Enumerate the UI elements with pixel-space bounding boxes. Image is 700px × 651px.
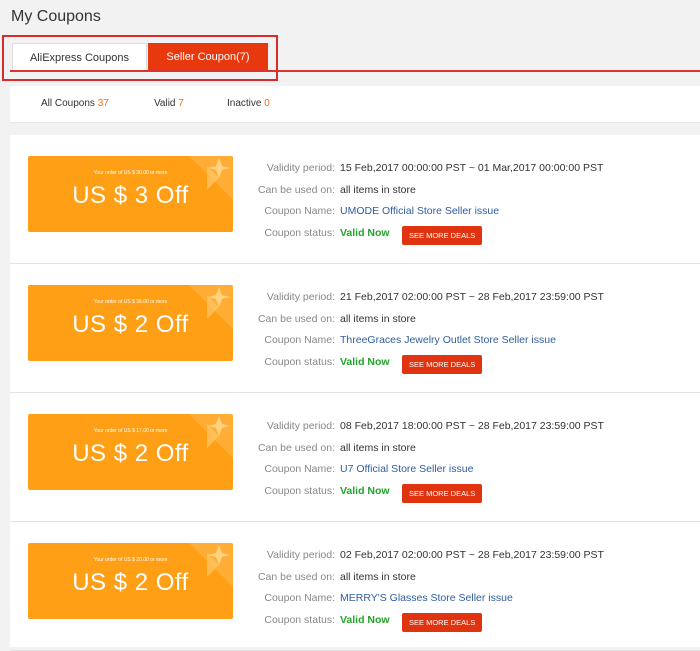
coupon-card: Your order of US $ 17.00 or more US $ 2 …: [28, 414, 233, 490]
coupon-card: Your order of US $ 36.00 or more US $ 2 …: [28, 285, 233, 361]
coupon-name-label: Coupon Name:: [264, 205, 335, 217]
filter-valid-label: Valid: [154, 98, 176, 109]
validity-label: Validity period:: [266, 420, 335, 432]
coupon-condition: Your order of US $ 30.00 or more: [93, 170, 168, 176]
status-value: Valid Now: [340, 613, 390, 626]
validity-label: Validity period:: [266, 291, 335, 303]
usable-label: Can be used on:: [257, 312, 335, 325]
status-label: Coupon status:: [264, 484, 335, 497]
status-label: Coupon status:: [264, 226, 335, 239]
coupon-card: Your order of US $ 20.00 or more US $ 2 …: [28, 543, 233, 619]
coupon-condition: Your order of US $ 36.00 or more: [93, 299, 168, 305]
filter-valid[interactable]: Valid 7: [154, 98, 184, 109]
coupon-tabs: AliExpress Coupons Seller Coupon(7): [0, 35, 700, 87]
usable-value: all items in store: [340, 441, 416, 454]
status-value: Valid Now: [340, 355, 390, 368]
coupon-name-label: Coupon Name:: [264, 334, 335, 346]
see-more-deals-button[interactable]: SEE MORE DEALS: [402, 354, 483, 374]
status-value: Valid Now: [340, 484, 390, 497]
coupon-row: Your order of US $ 30.00 or more US $ 3 …: [10, 135, 700, 264]
coupon-amount: US $ 2 Off: [72, 569, 189, 596]
see-more-deals-button[interactable]: SEE MORE DEALS: [402, 483, 483, 503]
coupon-row: Your order of US $ 20.00 or more US $ 2 …: [10, 522, 700, 651]
filter-inactive-label: Inactive: [227, 98, 262, 109]
tabs-underline: [10, 70, 700, 72]
coupon-details: Validity period: 02 Feb,2017 02:00:00 PST…: [245, 549, 700, 635]
filter-all-coupons[interactable]: All Coupons 37: [41, 98, 109, 109]
validity-value: 21 Feb,2017 02:00:00 PST ~ 28 Feb,2017 2…: [340, 291, 604, 303]
status-label: Coupon status:: [264, 355, 335, 368]
filter-all-label: All Coupons: [41, 98, 95, 109]
coupon-condition: Your order of US $ 20.00 or more: [93, 557, 168, 563]
coupon-details: Validity period: 21 Feb,2017 02:00:00 PST…: [245, 291, 700, 377]
coupon-details: Validity period: 08 Feb,2017 18:00:00 PST…: [245, 420, 700, 506]
coupon-store-link[interactable]: MERRY'S Glasses Store Seller issue: [340, 592, 513, 604]
see-more-deals-button[interactable]: SEE MORE DEALS: [402, 612, 483, 632]
status-value: Valid Now: [340, 226, 390, 239]
page-title: My Coupons: [11, 8, 101, 25]
validity-value: 02 Feb,2017 02:00:00 PST ~ 28 Feb,2017 2…: [340, 549, 604, 561]
filter-inactive[interactable]: Inactive 0: [227, 98, 270, 109]
coupon-card: Your order of US $ 30.00 or more US $ 3 …: [28, 156, 233, 232]
coupon-filters: All Coupons 37 Valid 7 Inactive 0: [10, 86, 700, 123]
coupon-condition: Your order of US $ 17.00 or more: [93, 428, 168, 434]
validity-label: Validity period:: [266, 549, 335, 561]
validity-value: 08 Feb,2017 18:00:00 PST ~ 28 Feb,2017 2…: [340, 420, 604, 432]
validity-value: 15 Feb,2017 00:00:00 PST ~ 01 Mar,2017 0…: [340, 162, 604, 174]
coupon-row: Your order of US $ 36.00 or more US $ 2 …: [10, 264, 700, 393]
coupon-store-link[interactable]: ThreeGraces Jewelry Outlet Store Seller …: [340, 334, 556, 346]
usable-label: Can be used on:: [257, 570, 335, 583]
coupon-amount: US $ 2 Off: [72, 440, 189, 467]
usable-value: all items in store: [340, 312, 416, 325]
coupon-store-link[interactable]: U7 Official Store Seller issue: [340, 463, 473, 475]
usable-label: Can be used on:: [257, 183, 335, 196]
coupon-details: Validity period: 15 Feb,2017 00:00:00 PST…: [245, 162, 700, 248]
filter-inactive-count: 0: [264, 98, 270, 109]
coupon-store-link[interactable]: UMODE Official Store Seller issue: [340, 205, 499, 217]
coupon-name-label: Coupon Name:: [264, 463, 335, 475]
usable-value: all items in store: [340, 183, 416, 196]
coupon-row: Your order of US $ 17.00 or more US $ 2 …: [10, 393, 700, 522]
filter-all-count: 37: [97, 98, 109, 109]
coupon-list: Your order of US $ 30.00 or more US $ 3 …: [10, 135, 700, 651]
coupon-amount: US $ 2 Off: [72, 311, 189, 338]
filter-valid-count: 7: [178, 98, 184, 109]
coupon-amount: US $ 3 Off: [72, 182, 189, 209]
tab-aliexpress-coupons[interactable]: AliExpress Coupons: [12, 43, 147, 71]
coupon-name-label: Coupon Name:: [264, 592, 335, 604]
tab-seller-coupon[interactable]: Seller Coupon(7): [148, 43, 268, 71]
usable-label: Can be used on:: [257, 441, 335, 454]
usable-value: all items in store: [340, 570, 416, 583]
see-more-deals-button[interactable]: SEE MORE DEALS: [402, 225, 483, 245]
validity-label: Validity period:: [266, 162, 335, 174]
status-label: Coupon status:: [264, 613, 335, 626]
